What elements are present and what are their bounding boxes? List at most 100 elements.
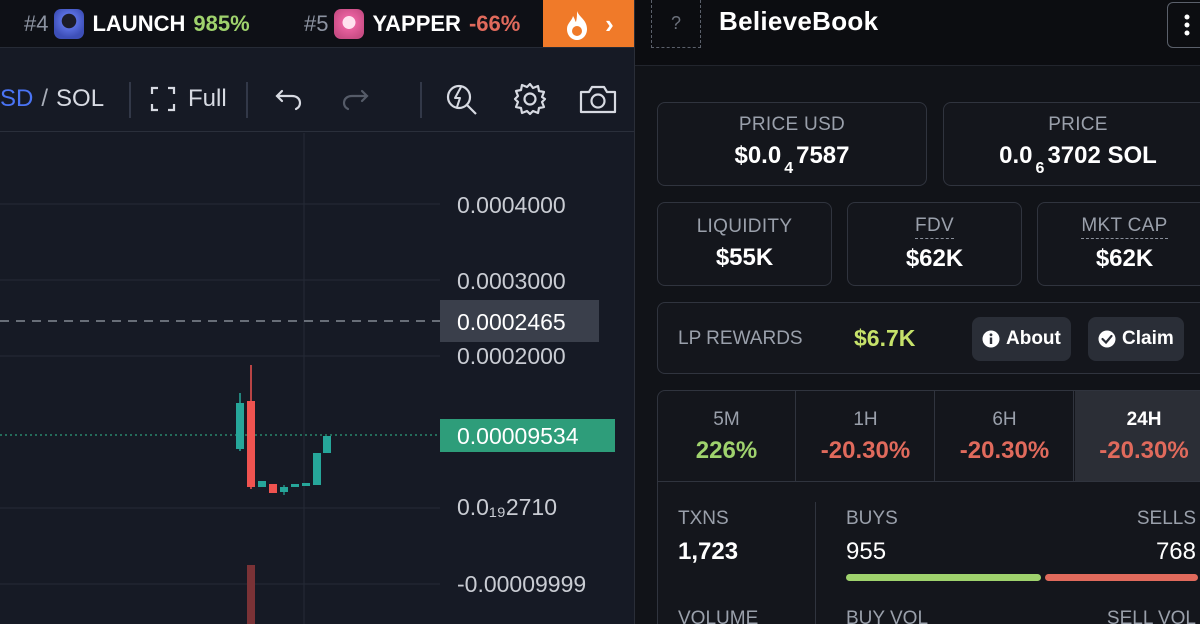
- pair-title: BelieveBook: [719, 6, 879, 36]
- fullscreen-icon: [150, 86, 176, 112]
- ticker-change: 985%: [193, 11, 250, 36]
- txns-label: TXNS: [678, 508, 729, 529]
- stats-divider: [815, 502, 816, 624]
- buys-label: BUYS: [846, 508, 898, 529]
- sells-label: SELLS: [1136, 508, 1196, 529]
- candle: [323, 436, 331, 453]
- price-usd-label: PRICE USD: [738, 114, 846, 136]
- tab-1h[interactable]: 1H -20.30%: [797, 391, 935, 481]
- claim-button[interactable]: Claim: [1088, 317, 1184, 361]
- toolbar-divider: [129, 82, 131, 118]
- more-menu-button[interactable]: [1167, 2, 1200, 48]
- price-chart[interactable]: 0.0004000 0.0003000 0.0002000 0.0₁₉2710 …: [0, 133, 634, 624]
- tab-change: -20.30%: [1099, 437, 1189, 464]
- price-axis-label: -0.00009999: [457, 571, 586, 597]
- ticker-rank: #5: [304, 11, 329, 36]
- toolbar-divider: [246, 82, 248, 118]
- fullscreen-button[interactable]: Full: [150, 66, 227, 132]
- token-avatar-icon: [54, 9, 85, 39]
- currency-toggle[interactable]: SD / SOL: [0, 66, 104, 132]
- tab-6h[interactable]: 6H -20.30%: [936, 391, 1074, 481]
- price-native-label: PRICE: [1048, 114, 1108, 136]
- more-vertical-icon: [1184, 14, 1190, 36]
- timeframe-tabs: 5M 226% 1H -20.30% 6H -20.30% 24H -20.30…: [657, 390, 1200, 482]
- candle: [291, 484, 299, 487]
- tab-change: -20.30%: [820, 437, 911, 464]
- token-info-panel: ? BelieveBook PRICE USD $0.0 4 7587 PRICE …: [634, 0, 1200, 624]
- candle: [247, 401, 255, 487]
- volume-label: VOLUME: [678, 608, 759, 624]
- price-native-card: PRICE 0.0 6 3702 SOL: [943, 102, 1200, 186]
- price-usd-value: $0.0 4 7587: [734, 142, 849, 177]
- price-native-prefix: 0.0: [999, 142, 1033, 170]
- about-button[interactable]: About: [972, 317, 1071, 361]
- txns-value: 1,723: [678, 538, 739, 565]
- chart-toolbar: SD / SOL Full: [0, 66, 634, 132]
- chevron-right-icon: ›: [605, 9, 614, 39]
- ticker-name: YAPPER: [372, 11, 461, 36]
- currency-sol[interactable]: SOL: [56, 85, 104, 113]
- ticker-change: -66%: [468, 11, 521, 36]
- volume-bar: [247, 565, 255, 624]
- price-axis-label: 0.0002000: [457, 343, 566, 369]
- redo-icon: [342, 89, 369, 111]
- market-cap-value: $62K: [1095, 245, 1154, 272]
- sell-volume-label: SELL VOL: [1106, 608, 1196, 624]
- settings-button[interactable]: [512, 66, 548, 132]
- liquidity-label: LIQUIDITY: [696, 216, 793, 237]
- liquidity-card: LIQUIDITY $55K: [657, 202, 832, 286]
- token-avatar-icon: [334, 9, 365, 39]
- price-native-value: 0.0 6 3702 SOL: [999, 142, 1157, 177]
- lp-rewards-label: LP REWARDS: [678, 328, 803, 349]
- undo-icon: [275, 89, 302, 111]
- tab-label: 5M: [713, 409, 740, 430]
- buy-volume-label: BUY VOL: [846, 608, 929, 624]
- info-icon: [982, 330, 1000, 348]
- chart-panel: #4 LAUNCH 985% #5 YAPPER -66% › SD / SOL: [0, 0, 634, 624]
- price-native-digits: 3702 SOL: [1047, 142, 1157, 170]
- ticker-name: LAUNCH: [92, 11, 186, 36]
- buys-value: 955: [846, 538, 887, 565]
- market-cap-label[interactable]: MKT CAP: [1081, 215, 1168, 239]
- price-usd-prefix: $0.0: [734, 142, 782, 170]
- screenshot-button[interactable]: [578, 66, 618, 132]
- currency-usd[interactable]: SD: [0, 85, 33, 113]
- sells-ratio-bar: [1045, 574, 1198, 581]
- indicators-button[interactable]: [444, 66, 480, 132]
- fdv-card: FDV $62K: [847, 202, 1022, 286]
- tab-5m[interactable]: 5M 226%: [658, 391, 796, 481]
- trending-ticker: #4 LAUNCH 985% #5 YAPPER -66% ›: [0, 0, 634, 48]
- candles: [236, 365, 331, 624]
- candle: [269, 484, 277, 493]
- camera-icon: [579, 85, 617, 114]
- sells-value: 768: [1155, 538, 1196, 565]
- crosshair-price: 0.0002465: [457, 309, 566, 335]
- redo-button[interactable]: [340, 66, 370, 132]
- buys-ratio-bar: [846, 574, 1041, 581]
- fdv-label[interactable]: FDV: [915, 215, 954, 239]
- market-cap-card: MKT CAP $62K: [1037, 202, 1200, 286]
- fdv-value: $62K: [905, 245, 964, 272]
- ticker-item[interactable]: #4 LAUNCH 985%: [24, 0, 250, 47]
- candle: [236, 403, 244, 449]
- undo-button[interactable]: [274, 66, 304, 132]
- lightning-search-icon: [446, 84, 477, 115]
- check-circle-icon: [1098, 330, 1116, 348]
- about-label: About: [1006, 328, 1061, 349]
- fullscreen-label: Full: [188, 85, 227, 112]
- ticker-item[interactable]: #5 YAPPER -66%: [304, 0, 521, 47]
- price-axis-label: 0.0₁₉2710: [457, 494, 557, 520]
- transaction-stats: TXNS 1,723 BUYS 955 SELLS 768 VOLUME BUY…: [657, 482, 1200, 624]
- token-logo-placeholder: ?: [651, 0, 701, 48]
- price-usd-card: PRICE USD $0.0 4 7587: [657, 102, 927, 186]
- candle: [302, 483, 310, 486]
- lp-rewards-row: LP REWARDS $6.7K About Claim: [657, 302, 1200, 374]
- tab-label: 24H: [1126, 409, 1162, 430]
- toolbar-divider: [420, 82, 422, 118]
- tab-24h[interactable]: 24H -20.30%: [1075, 391, 1200, 481]
- price-axis-label: 0.0004000: [457, 192, 566, 218]
- tab-label: 1H: [853, 409, 878, 430]
- trending-button[interactable]: ›: [543, 0, 634, 47]
- claim-label: Claim: [1122, 328, 1174, 349]
- fire-icon: [567, 10, 588, 40]
